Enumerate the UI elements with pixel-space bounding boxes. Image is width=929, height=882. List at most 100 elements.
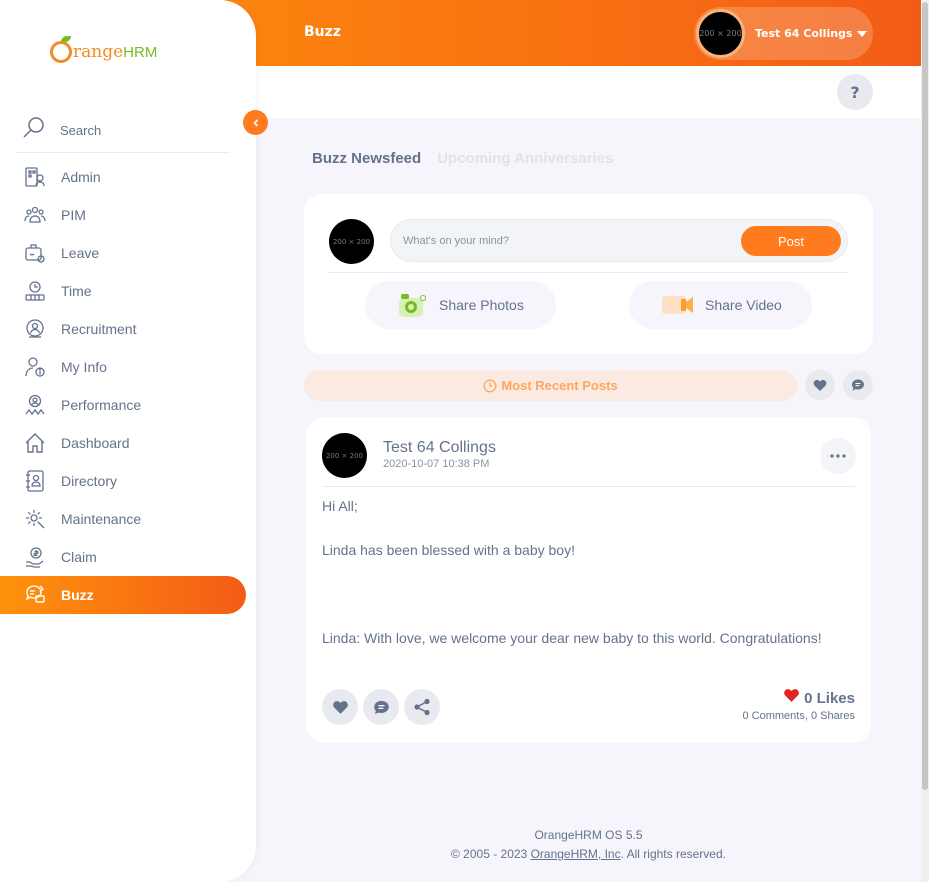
page-title: Buzz	[304, 24, 341, 40]
my-info-icon	[23, 355, 47, 379]
post-stats: 0 Comments, 0 Shares	[742, 710, 855, 722]
post-timestamp: 2020-10-07 10:38 PM	[383, 458, 490, 470]
sidebar-menu: Admin PIM Leave Time Recruitment My Info…	[0, 158, 256, 614]
logo-text: range	[73, 42, 124, 62]
post-text-line: Linda: With love, we welcome your dear n…	[322, 630, 822, 646]
user-menu[interactable]: 200 × 200 Test 64 Collings	[694, 7, 873, 60]
clock-icon	[483, 379, 497, 392]
divider	[322, 486, 855, 487]
sidebar-item-label: Admin	[61, 169, 101, 185]
post-text-line: Hi All;	[322, 498, 358, 514]
divider	[328, 272, 848, 273]
most-commented-filter-button[interactable]	[843, 370, 873, 400]
sidebar-collapse-button[interactable]	[243, 110, 268, 135]
leave-icon	[23, 241, 47, 265]
post-text-line: Linda has been blessed with a baby boy!	[322, 542, 575, 558]
sidebar-item-recruitment[interactable]: Recruitment	[0, 310, 256, 348]
buzz-tabs: Buzz Newsfeed Upcoming Anniversaries	[312, 150, 629, 167]
buzz-icon	[23, 583, 47, 607]
share-video-label: Share Video	[705, 297, 782, 313]
most-recent-posts-filter[interactable]: Most Recent Posts	[304, 370, 797, 401]
like-button[interactable]	[322, 689, 358, 725]
heart-icon	[813, 379, 827, 391]
post-body: Hi All; Linda has been blessed with a ba…	[322, 495, 855, 649]
sidebar-item-directory[interactable]: Directory	[0, 462, 256, 500]
post-composer: 200 × 200 What's on your mind? Post Shar…	[304, 194, 873, 354]
share-photos-button[interactable]: Share Photos	[365, 281, 556, 329]
sidebar-item-label: PIM	[61, 207, 86, 223]
user-avatar: 200 × 200	[696, 9, 745, 58]
claim-icon	[23, 545, 47, 569]
post-options-button[interactable]	[820, 438, 856, 474]
sidebar-item-label: Claim	[61, 549, 97, 565]
time-icon	[23, 279, 47, 303]
composer-avatar: 200 × 200	[329, 219, 374, 264]
sidebar-item-performance[interactable]: Performance	[0, 386, 256, 424]
sidebar-item-time[interactable]: Time	[0, 272, 256, 310]
post-author-name: Test 64 Collings	[383, 439, 496, 456]
sidebar-item-admin[interactable]: Admin	[0, 158, 256, 196]
user-name: Test 64 Collings	[755, 27, 853, 40]
admin-icon	[23, 165, 47, 189]
sidebar-item-claim[interactable]: Claim	[0, 538, 256, 576]
heart-filled-icon	[783, 688, 800, 708]
sidebar-item-buzz[interactable]: Buzz	[0, 576, 246, 614]
comment-icon	[852, 379, 864, 391]
post-card: 200 × 200 Test 64 Collings 2020-10-07 10…	[306, 417, 871, 743]
footer-copyright: © 2005 - 2023 OrangeHRM, Inc. All rights…	[451, 847, 726, 861]
chevron-left-icon	[252, 118, 258, 127]
comment-button[interactable]	[363, 689, 399, 725]
maintenance-icon	[23, 507, 47, 531]
sidebar-item-my-info[interactable]: My Info	[0, 348, 256, 386]
sidebar: rangeHRM Search Admin PIM Leave Time Rec…	[0, 0, 256, 882]
post-button[interactable]: Post	[741, 226, 841, 256]
tab-buzz-newsfeed[interactable]: Buzz Newsfeed	[312, 150, 421, 167]
scrollbar-thumb[interactable]	[922, 2, 928, 790]
sidebar-item-label: Performance	[61, 397, 142, 413]
shares-count[interactable]: 0 Shares	[811, 710, 855, 722]
search-input[interactable]: Search	[60, 123, 101, 138]
search-icon	[16, 116, 46, 144]
share-icon	[414, 698, 430, 716]
sidebar-item-pim[interactable]: PIM	[0, 196, 256, 234]
sidebar-item-label: Time	[61, 283, 92, 299]
sidebar-item-label: My Info	[61, 359, 107, 375]
company-link[interactable]: OrangeHRM, Inc	[531, 847, 621, 861]
heart-icon	[332, 700, 348, 714]
performance-icon	[23, 393, 47, 417]
more-horizontal-icon	[830, 454, 846, 458]
logo-hrm-text: HRM	[123, 44, 158, 61]
camera-icon	[397, 291, 429, 319]
video-camera-icon	[661, 294, 695, 316]
likes-label: 0 Likes	[804, 689, 855, 707]
share-photos-label: Share Photos	[439, 297, 524, 313]
pim-icon	[23, 203, 47, 227]
likes-count[interactable]: 0 Likes	[783, 688, 855, 708]
directory-icon	[23, 469, 47, 493]
sidebar-item-label: Recruitment	[61, 321, 137, 337]
sidebar-item-label: Directory	[61, 473, 118, 489]
sidebar-item-maintenance[interactable]: Maintenance	[0, 500, 256, 538]
scrollbar[interactable]	[921, 0, 929, 882]
most-liked-filter-button[interactable]	[805, 370, 835, 400]
sidebar-item-leave[interactable]: Leave	[0, 234, 256, 272]
share-button[interactable]	[404, 689, 440, 725]
post-author-avatar: 200 × 200	[322, 433, 367, 478]
comments-count[interactable]: 0 Comments	[742, 710, 804, 722]
sidebar-item-dashboard[interactable]: Dashboard	[0, 424, 256, 462]
footer-version: OrangeHRM OS 5.5	[534, 828, 643, 842]
sidebar-item-label: Buzz	[61, 587, 94, 603]
sidebar-search[interactable]: Search	[16, 108, 230, 153]
recruitment-icon	[23, 317, 47, 341]
comment-icon	[373, 700, 389, 714]
most-recent-label: Most Recent Posts	[501, 378, 618, 393]
caret-down-icon	[857, 30, 868, 37]
tab-upcoming-anniversaries[interactable]: Upcoming Anniversaries	[437, 150, 613, 167]
orangehrm-logo[interactable]: rangeHRM	[50, 33, 170, 65]
sidebar-item-label: Dashboard	[61, 435, 130, 451]
share-video-button[interactable]: Share Video	[629, 281, 812, 329]
help-button[interactable]: ?	[837, 74, 873, 110]
dashboard-icon	[23, 431, 47, 455]
footer: OrangeHRM OS 5.5 © 2005 - 2023 OrangeHRM…	[256, 826, 921, 864]
logo-orange-icon	[50, 36, 72, 63]
